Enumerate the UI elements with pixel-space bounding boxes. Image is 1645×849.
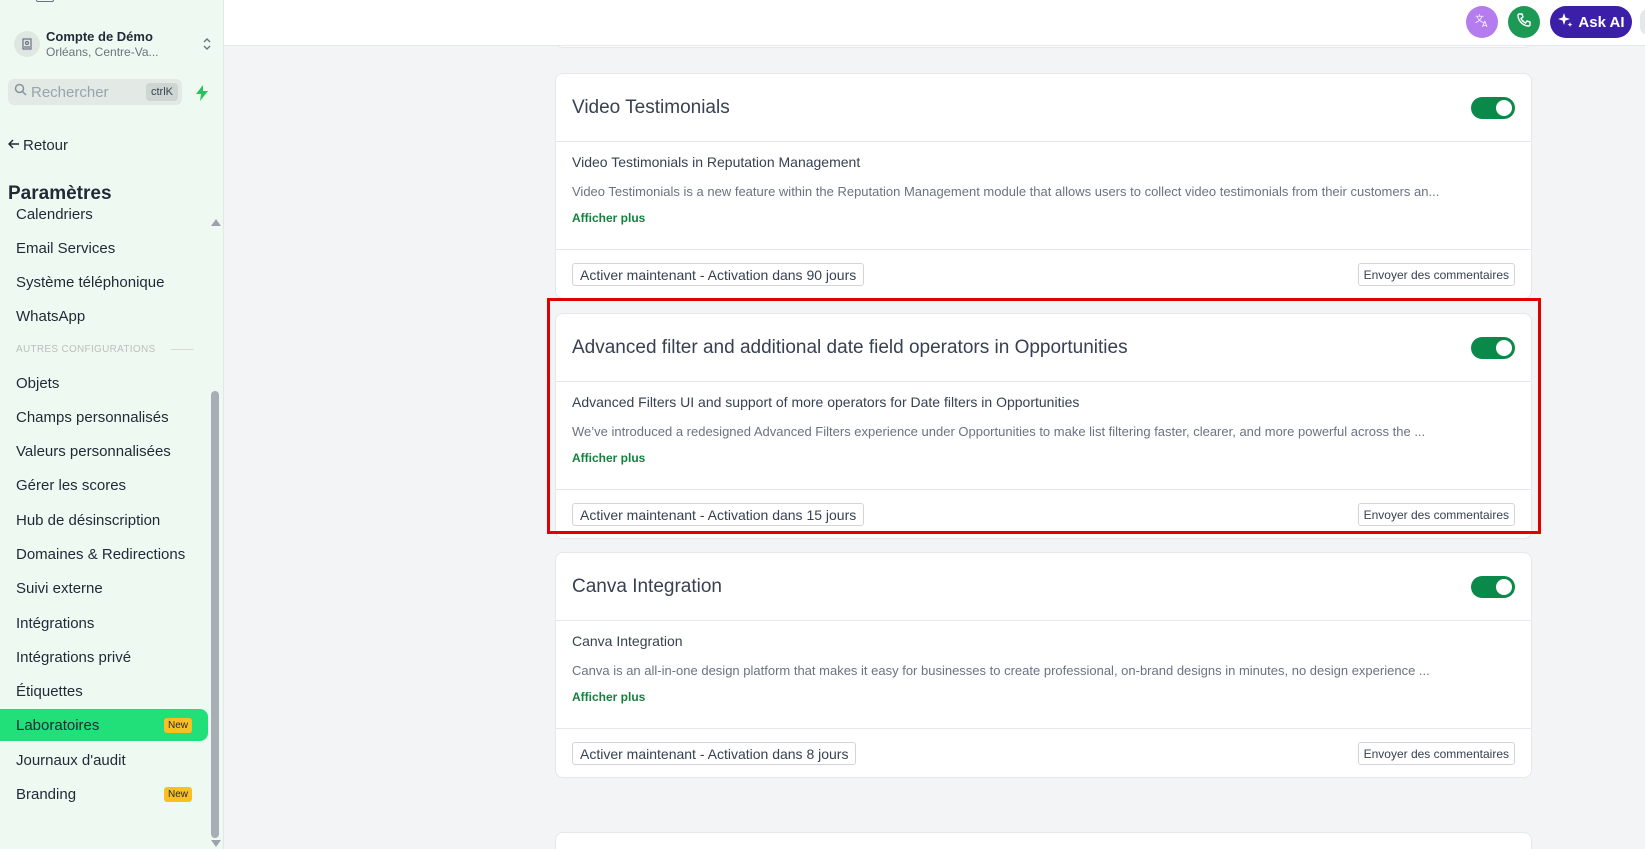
sidebar-item-label: Objets xyxy=(16,374,60,392)
sidebar-item-label: Suivi externe xyxy=(16,579,103,597)
feature-card: Advanced filter and additional date fiel… xyxy=(555,313,1532,539)
sidebar-item-whatsapp[interactable]: WhatsApp xyxy=(0,300,208,332)
scroll-up-arrow-icon[interactable] xyxy=(211,219,221,226)
feature-subtitle: Advanced Filters UI and support of more … xyxy=(572,394,1080,410)
feature-title: Advanced filter and additional date fiel… xyxy=(572,336,1128,358)
feature-toggle[interactable] xyxy=(1471,576,1515,598)
feature-card: Canva Integration Canva Integration Canv… xyxy=(555,552,1532,778)
feature-description: Canva is an all-in-one design platform t… xyxy=(572,663,1430,678)
send-feedback-button[interactable]: Envoyer des commentaires xyxy=(1357,742,1515,765)
sidebar-item-journaux-audit[interactable]: Journaux d'audit xyxy=(0,744,208,776)
sidebar-item-label: Branding xyxy=(16,785,77,803)
svg-text:A: A xyxy=(1482,20,1488,28)
phone-button[interactable] xyxy=(1508,6,1540,38)
translate-icon: 文A xyxy=(1474,12,1490,33)
sidebar-item-calendriers[interactable]: Calendriers xyxy=(0,198,208,230)
feature-description: We’ve introduced a redesigned Advanced F… xyxy=(572,424,1426,439)
new-badge: New xyxy=(163,718,192,733)
quick-action-bolt-icon[interactable] xyxy=(190,81,214,105)
feature-subtitle: Video Testimonials in Reputation Managem… xyxy=(572,154,861,170)
card-fragment-bottom xyxy=(555,832,1532,849)
nav-section-other: AUTRES CONFIGURATIONS xyxy=(16,344,194,355)
sidebar-item-email-services[interactable]: Email Services xyxy=(0,232,208,264)
sidebar-item-label: Gérer les scores xyxy=(16,476,127,494)
sidebar-item-etiquettes[interactable]: Étiquettes xyxy=(0,675,208,707)
sidebar-item-label: Email Services xyxy=(16,239,116,257)
sidebar-item-champs-personnalises[interactable]: Champs personnalisés xyxy=(0,401,208,433)
sparkle-icon xyxy=(1557,12,1573,32)
feature-toggle[interactable] xyxy=(1471,337,1515,359)
sidebar-item-domaines-redirections[interactable]: Domaines & Redirections xyxy=(0,538,208,570)
feature-title: Video Testimonials xyxy=(572,96,730,118)
sidebar-item-label: WhatsApp xyxy=(16,307,86,325)
scrollbar-thumb[interactable] xyxy=(211,391,219,838)
feature-title: Canva Integration xyxy=(572,575,722,597)
account-name: Compte de Démo xyxy=(46,29,153,44)
send-feedback-button[interactable]: Envoyer des commentaires xyxy=(1357,503,1515,526)
account-location: Orléans, Centre-Va... xyxy=(46,44,159,59)
feature-toggle[interactable] xyxy=(1471,97,1515,119)
scroll-down-arrow-icon[interactable] xyxy=(211,840,221,847)
phone-icon xyxy=(1516,12,1532,33)
sidebar-item-hub-desinscription[interactable]: Hub de désinscription xyxy=(0,504,208,536)
sidebar-item-label: Journaux d'audit xyxy=(16,751,126,769)
search-shortcut: ctrlK xyxy=(146,83,178,101)
sidebar-item-label: Champs personnalisés xyxy=(16,408,169,426)
activate-now-button[interactable]: Activer maintenant - Activation dans 15 … xyxy=(572,503,865,526)
activate-now-button[interactable]: Activer maintenant - Activation dans 90 … xyxy=(572,263,865,286)
feature-description: Video Testimonials is a new feature with… xyxy=(572,184,1440,199)
back-label: Retour xyxy=(23,137,69,154)
account-switcher[interactable]: Compte de Démo Orléans, Centre-Va... xyxy=(10,24,214,64)
sidebar-item-integrations-prive[interactable]: Intégrations privé xyxy=(0,641,208,673)
labs-content: Video Testimonials Video Testimonials in… xyxy=(224,46,1645,849)
sidebar-item-valeurs-personnalisees[interactable]: Valeurs personnalisées xyxy=(0,435,208,467)
show-more-link[interactable]: Afficher plus xyxy=(572,211,1515,225)
top-header: 文A Ask AI xyxy=(224,0,1645,46)
sidebar: Compte de Démo Orléans, Centre-Va... ctr… xyxy=(0,0,224,849)
ask-ai-button[interactable]: Ask AI xyxy=(1550,6,1632,38)
chevron-up-down-icon xyxy=(200,36,214,52)
arrow-left-icon xyxy=(7,137,20,154)
sidebar-item-label: Étiquettes xyxy=(16,682,83,700)
activate-now-button[interactable]: Activer maintenant - Activation dans 8 j… xyxy=(572,742,857,765)
sidebar-item-systeme-telephonique[interactable]: Système téléphonique xyxy=(0,266,208,298)
sidebar-item-label: Domaines & Redirections xyxy=(16,545,186,563)
sidebar-item-label: Laboratoires xyxy=(16,716,100,734)
sidebar-item-label: Intégrations privé xyxy=(16,648,132,666)
sidebar-item-integrations[interactable]: Intégrations xyxy=(0,607,208,639)
search-box[interactable]: ctrlK xyxy=(8,79,182,105)
translate-button[interactable]: 文A xyxy=(1466,6,1498,38)
sidebar-item-label: Intégrations xyxy=(16,614,95,632)
ask-ai-label: Ask AI xyxy=(1578,13,1625,31)
sidebar-item-label: Hub de désinscription xyxy=(16,511,161,529)
search-icon xyxy=(14,83,27,101)
show-more-link[interactable]: Afficher plus xyxy=(572,451,1515,465)
building-icon xyxy=(14,31,40,57)
back-link[interactable]: Retour xyxy=(7,137,69,154)
sidebar-item-branding[interactable]: Branding New xyxy=(0,778,208,810)
show-more-link[interactable]: Afficher plus xyxy=(572,690,1515,704)
sidebar-item-gerer-les-scores[interactable]: Gérer les scores xyxy=(0,469,208,501)
sidebar-item-laboratoires[interactable]: Laboratoires New xyxy=(0,709,208,741)
sidebar-item-label: Valeurs personnalisées xyxy=(16,442,171,460)
sidebar-item-suivi-externe[interactable]: Suivi externe xyxy=(0,572,208,604)
sidebar-item-label: Système téléphonique xyxy=(16,273,165,291)
sidebar-top-fragment xyxy=(0,0,223,6)
feature-subtitle: Canva Integration xyxy=(572,633,683,649)
new-badge: New xyxy=(163,787,192,802)
card-fragment-top xyxy=(555,46,1532,48)
send-feedback-button[interactable]: Envoyer des commentaires xyxy=(1357,263,1515,286)
nav-section-label: AUTRES CONFIGURATIONS xyxy=(16,344,156,355)
header-edge-fragment xyxy=(1640,9,1645,35)
sidebar-item-label: Calendriers xyxy=(16,205,93,223)
sidebar-item-objets[interactable]: Objets xyxy=(0,367,208,399)
sidebar-scrollbar[interactable] xyxy=(210,215,221,849)
feature-card: Video Testimonials Video Testimonials in… xyxy=(555,73,1532,299)
search-input[interactable] xyxy=(31,83,141,101)
